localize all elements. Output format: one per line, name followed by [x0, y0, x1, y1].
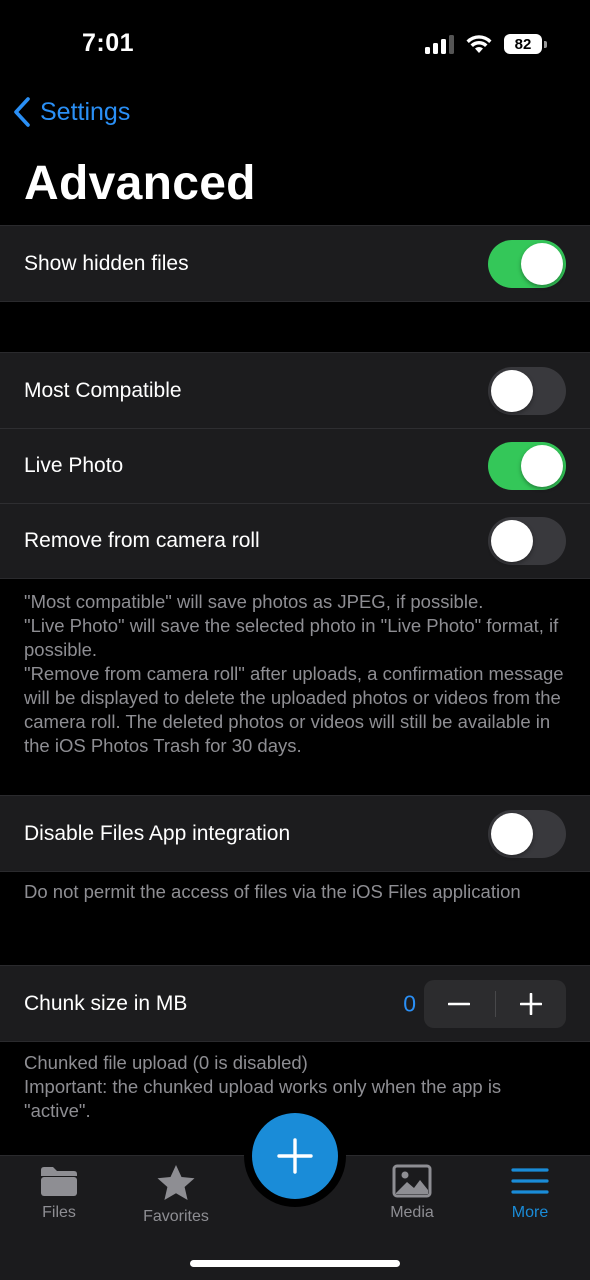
- disable-files-app-toggle[interactable]: [488, 809, 566, 858]
- add-button[interactable]: [252, 1113, 338, 1199]
- footer-line: "Most compatible" will save photos as JP…: [24, 591, 484, 612]
- show-hidden-files-label: Show hidden files: [24, 251, 189, 275]
- signal-icon: [425, 34, 454, 54]
- chevron-left-icon: [14, 97, 30, 127]
- status-icons: 82: [425, 30, 547, 58]
- toggle-knob: [491, 812, 533, 855]
- disable-files-app-row: Disable Files App integration: [0, 796, 590, 871]
- decrement-button[interactable]: [424, 980, 495, 1028]
- tab-media-label: Media: [390, 1204, 434, 1221]
- live-photo-label: Live Photo: [24, 453, 124, 477]
- chunk-size-stepper: [424, 979, 567, 1028]
- minus-icon: [448, 1002, 471, 1005]
- chunk-size-row: Chunk size in MB 0: [0, 966, 590, 1041]
- back-button[interactable]: Settings: [12, 96, 130, 128]
- toggle-knob: [491, 519, 533, 562]
- most-compatible-toggle[interactable]: [488, 366, 566, 415]
- most-compatible-row: Most Compatible: [0, 353, 590, 428]
- battery-icon: 82: [504, 34, 547, 54]
- tab-more-label: More: [511, 1204, 549, 1221]
- status-time: 7:01: [82, 29, 135, 57]
- toggle-knob: [491, 369, 533, 412]
- hidden-files-group: Show hidden files: [0, 225, 590, 302]
- tab-favorites[interactable]: Favorites: [126, 1164, 226, 1226]
- chunk-size-group: Chunk size in MB 0: [0, 965, 590, 1042]
- remove-from-camera-roll-row: Remove from camera roll: [0, 503, 590, 578]
- chunk-size-value: 0: [403, 990, 416, 1016]
- plus-icon: [277, 1138, 313, 1174]
- photo-options-footer: "Most compatible" will save photos as JP…: [24, 590, 572, 758]
- files-app-group: Disable Files App integration: [0, 795, 590, 872]
- plus-icon: [519, 992, 542, 1015]
- menu-icon: [511, 1168, 549, 1194]
- toggle-knob: [521, 444, 563, 487]
- footer-line: Chunked file upload (0 is disabled): [24, 1052, 308, 1073]
- back-button-label: Settings: [40, 97, 131, 126]
- footer-line: "Remove from camera roll" after uploads,…: [24, 663, 569, 756]
- live-photo-toggle[interactable]: [488, 441, 566, 490]
- folder-icon: [41, 1167, 77, 1196]
- tab-files[interactable]: Files: [9, 1164, 109, 1222]
- chunk-size-label: Chunk size in MB: [24, 991, 188, 1015]
- disable-files-app-label: Disable Files App integration: [24, 821, 291, 845]
- status-bar: 7:01 82: [0, 0, 590, 88]
- live-photo-row: Live Photo: [0, 428, 590, 503]
- battery-level: 82: [514, 35, 532, 53]
- tab-files-label: Files: [42, 1204, 76, 1221]
- advanced-settings-screen: 7:01 82 Settings Advanced Show hidden fi…: [0, 0, 590, 1280]
- footer-line: "Live Photo" will save the selected phot…: [24, 615, 564, 660]
- tab-favorites-label: Favorites: [143, 1208, 209, 1225]
- home-indicator: [190, 1260, 400, 1267]
- wifi-icon: [466, 35, 492, 53]
- files-app-footer: Do not permit the access of files via th…: [24, 880, 572, 904]
- tab-more[interactable]: More: [480, 1164, 580, 1222]
- tab-media[interactable]: Media: [362, 1164, 462, 1222]
- show-hidden-files-toggle[interactable]: [488, 239, 566, 288]
- star-icon: [157, 1165, 195, 1200]
- footer-line: Do not permit the access of files via th…: [24, 881, 521, 902]
- remove-from-camera-roll-toggle[interactable]: [488, 516, 566, 565]
- photo-options-group: Most Compatible Live Photo Remove from c…: [0, 352, 590, 579]
- show-hidden-files-row: Show hidden files: [0, 226, 590, 301]
- toggle-knob: [521, 242, 563, 285]
- increment-button[interactable]: [496, 980, 567, 1028]
- remove-from-camera-roll-label: Remove from camera roll: [24, 528, 260, 552]
- photo-icon: [392, 1164, 432, 1198]
- page-title: Advanced: [24, 157, 256, 210]
- most-compatible-label: Most Compatible: [24, 378, 182, 402]
